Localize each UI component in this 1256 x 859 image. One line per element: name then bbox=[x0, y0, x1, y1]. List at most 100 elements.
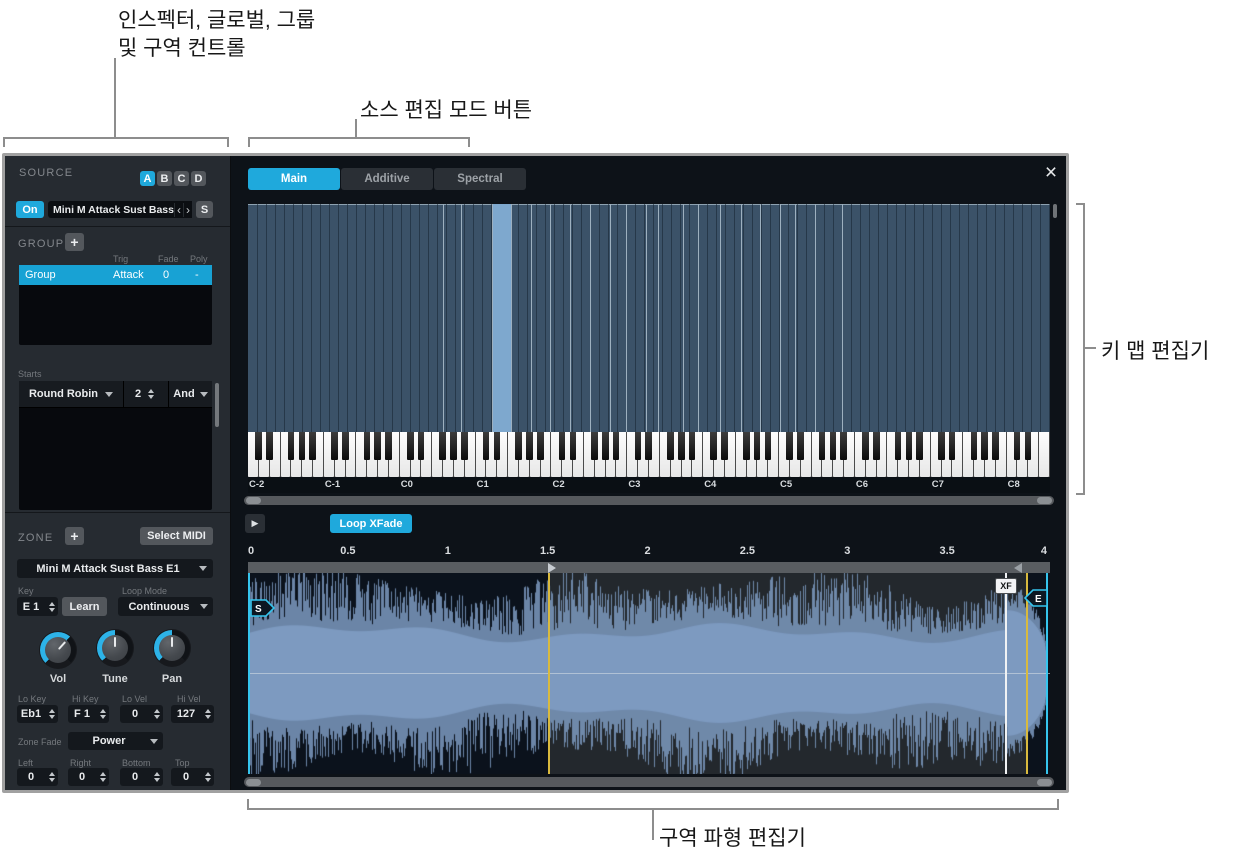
pan-knob[interactable] bbox=[153, 629, 191, 667]
piano-keyboard[interactable] bbox=[248, 432, 1050, 477]
piano-key-black[interactable] bbox=[591, 432, 598, 460]
piano-key-black[interactable] bbox=[602, 432, 609, 460]
loop-start-handle-icon[interactable] bbox=[548, 562, 556, 573]
zone-fade-dropdown[interactable]: Power bbox=[68, 732, 163, 750]
sample-end-marker[interactable]: E bbox=[1024, 589, 1048, 607]
piano-key-black[interactable] bbox=[266, 432, 273, 460]
piano-key-black[interactable] bbox=[331, 432, 338, 460]
waveform-editor[interactable]: S XF E bbox=[248, 573, 1050, 774]
learn-button[interactable]: Learn bbox=[62, 597, 107, 616]
piano-key-black[interactable] bbox=[742, 432, 750, 460]
source-on-button[interactable]: On bbox=[16, 201, 44, 218]
keymap-vertical-scrollbar[interactable] bbox=[1053, 204, 1057, 218]
keymap-editor[interactable] bbox=[248, 204, 1050, 432]
keymap-scrollbar[interactable] bbox=[244, 496, 1054, 505]
tab-additive[interactable]: Additive bbox=[341, 168, 433, 190]
stepper-arrows-icon[interactable] bbox=[96, 772, 109, 782]
piano-key-white[interactable] bbox=[1039, 432, 1049, 477]
piano-key-black[interactable] bbox=[537, 432, 544, 460]
vol-knob[interactable] bbox=[39, 631, 77, 669]
piano-key-black[interactable] bbox=[612, 432, 620, 460]
fade-right-stepper[interactable]: 0 bbox=[68, 768, 109, 786]
piano-key-black[interactable] bbox=[515, 432, 522, 460]
add-group-button[interactable]: + bbox=[65, 233, 84, 251]
source-solo-button[interactable]: S bbox=[196, 201, 213, 218]
hi-key-stepper[interactable]: F 1 bbox=[68, 705, 109, 723]
piano-key-black[interactable] bbox=[981, 432, 988, 460]
zone-name-dropdown[interactable]: Mini M Attack Sust Bass E1 bbox=[17, 559, 213, 578]
piano-key-black[interactable] bbox=[309, 432, 317, 460]
loop-start-line[interactable] bbox=[548, 573, 550, 774]
xfade-marker[interactable]: XF bbox=[995, 578, 1017, 594]
piano-key-black[interactable] bbox=[894, 432, 902, 460]
play-button[interactable]: ▶ bbox=[245, 514, 265, 533]
piano-key-black[interactable] bbox=[753, 432, 761, 460]
layer-c-button[interactable]: C bbox=[174, 171, 189, 186]
piano-key-black[interactable] bbox=[482, 432, 490, 460]
piano-key-black[interactable] bbox=[710, 432, 718, 460]
piano-key-black[interactable] bbox=[385, 432, 392, 460]
xfade-line[interactable] bbox=[1005, 573, 1007, 774]
stepper-arrows-icon[interactable] bbox=[201, 709, 214, 719]
piano-key-black[interactable] bbox=[829, 432, 837, 460]
piano-key-black[interactable] bbox=[721, 432, 728, 460]
piano-key-black[interactable] bbox=[916, 432, 923, 460]
loop-mode-dropdown[interactable]: Continuous bbox=[118, 597, 213, 616]
scrollbar-grip[interactable] bbox=[1037, 497, 1052, 504]
piano-key-black[interactable] bbox=[1013, 432, 1021, 460]
piano-key-black[interactable] bbox=[905, 432, 913, 460]
add-zone-button[interactable]: + bbox=[65, 527, 84, 545]
piano-key-black[interactable] bbox=[363, 432, 371, 460]
stepper-arrows-icon[interactable] bbox=[144, 389, 157, 399]
time-ruler[interactable]: 0 0.5 1 1.5 2 2.5 3 3.5 4 bbox=[248, 545, 1050, 560]
piano-key-black[interactable] bbox=[374, 432, 382, 460]
piano-key-black[interactable] bbox=[677, 432, 685, 460]
starts-count-stepper[interactable]: 2 bbox=[124, 381, 169, 407]
piano-key-black[interactable] bbox=[417, 432, 425, 460]
scrollbar-grip[interactable] bbox=[246, 497, 261, 504]
piano-key-black[interactable] bbox=[938, 432, 945, 460]
layer-b-button[interactable]: B bbox=[157, 171, 172, 186]
piano-key-black[interactable] bbox=[872, 432, 880, 460]
piano-key-black[interactable] bbox=[764, 432, 772, 460]
tab-spectral[interactable]: Spectral bbox=[434, 168, 526, 190]
piano-key-black[interactable] bbox=[255, 432, 262, 460]
piano-key-black[interactable] bbox=[970, 432, 978, 460]
piano-key-black[interactable] bbox=[1024, 432, 1032, 460]
tab-main[interactable]: Main bbox=[248, 168, 340, 190]
piano-key-black[interactable] bbox=[569, 432, 577, 460]
piano-key-black[interactable] bbox=[645, 432, 652, 460]
piano-key-black[interactable] bbox=[341, 432, 349, 460]
piano-key-black[interactable] bbox=[634, 432, 642, 460]
scrollbar-grip[interactable] bbox=[246, 778, 261, 786]
lo-key-stepper[interactable]: Eb1 bbox=[17, 705, 58, 723]
layer-d-button[interactable]: D bbox=[191, 171, 206, 186]
piano-key-black[interactable] bbox=[667, 432, 674, 460]
fade-top-stepper[interactable]: 0 bbox=[171, 768, 214, 786]
loop-xfade-button[interactable]: Loop XFade bbox=[330, 514, 412, 533]
fade-bottom-stepper[interactable]: 0 bbox=[120, 768, 163, 786]
lo-vel-stepper[interactable]: 0 bbox=[120, 705, 163, 723]
stepper-arrows-icon[interactable] bbox=[201, 772, 214, 782]
piano-key-black[interactable] bbox=[461, 432, 468, 460]
stepper-arrows-icon[interactable] bbox=[45, 772, 58, 782]
keymap-zone-selected[interactable] bbox=[492, 204, 511, 432]
piano-key-black[interactable] bbox=[298, 432, 306, 460]
piano-key-black[interactable] bbox=[992, 432, 999, 460]
stepper-arrows-icon[interactable] bbox=[45, 601, 58, 612]
stepper-arrows-icon[interactable] bbox=[96, 709, 109, 719]
scrollbar-grip[interactable] bbox=[1037, 778, 1052, 786]
close-icon[interactable]: × bbox=[1040, 162, 1062, 184]
piano-key-black[interactable] bbox=[493, 432, 501, 460]
starts-mode-dropdown[interactable]: Round Robin bbox=[19, 381, 124, 407]
piano-key-black[interactable] bbox=[948, 432, 956, 460]
piano-key-black[interactable] bbox=[287, 432, 295, 460]
piano-key-black[interactable] bbox=[526, 432, 533, 460]
piano-key-black[interactable] bbox=[406, 432, 414, 460]
loop-range-bar[interactable] bbox=[248, 562, 1050, 573]
starts-scrollbar[interactable] bbox=[215, 383, 219, 427]
piano-key-black[interactable] bbox=[797, 432, 804, 460]
tune-knob[interactable] bbox=[96, 629, 134, 667]
waveform-scrollbar[interactable] bbox=[244, 777, 1054, 787]
layer-a-button[interactable]: A bbox=[140, 171, 155, 186]
